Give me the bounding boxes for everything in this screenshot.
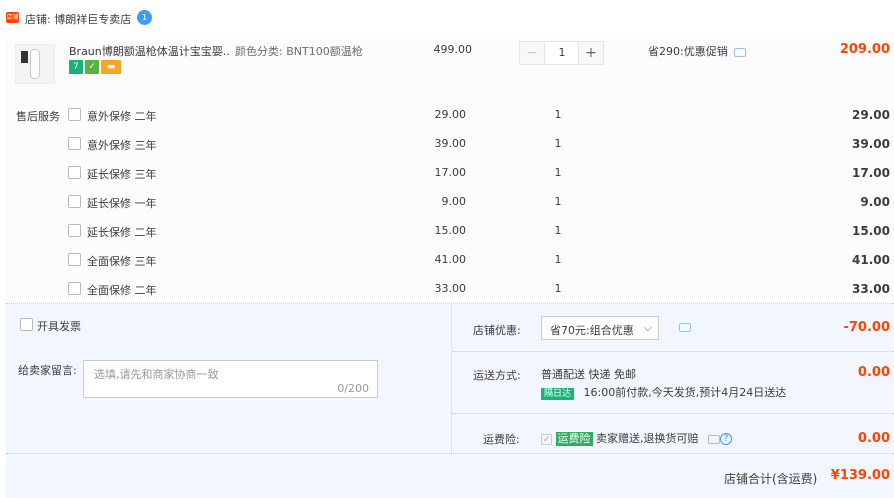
shipping-value: 0.00 bbox=[857, 365, 890, 380]
service-name: 全面保修 二年 bbox=[87, 284, 157, 297]
service-qty: 1 bbox=[554, 282, 562, 295]
service-row[interactable]: 意外保修 三年 39.00 1 39.00 bbox=[0, 137, 894, 166]
service-icons: 7 ✓ ▬ bbox=[69, 60, 123, 74]
service-qty: 1 bbox=[554, 195, 562, 208]
insurance-value: 0.00 bbox=[857, 431, 890, 446]
shipping-label: 运送方式: bbox=[473, 369, 521, 382]
coupon-select[interactable]: 省70元:组合优惠 ⌵ bbox=[541, 316, 659, 340]
unit-price: 499.00 bbox=[433, 43, 473, 56]
message-placeholder: 选填,请先和商家协商一致 bbox=[94, 368, 219, 381]
message-textarea[interactable]: 选填,请先和商家协商一致 0/200 bbox=[83, 360, 378, 398]
service-total: 17.00 bbox=[852, 166, 890, 180]
service-row[interactable]: 延长保修 三年 17.00 1 17.00 bbox=[0, 166, 894, 195]
shop-total-value: ¥139.00 bbox=[830, 468, 890, 483]
product-sku: 颜色分类: BNT100额温枪 bbox=[235, 45, 363, 58]
shipping-note-row: 隔日达 16:00前付款,今天发货,预计4月24日送达 bbox=[541, 384, 786, 400]
item-subtotal: 209.00 bbox=[839, 42, 890, 57]
chevron-down-icon: ⌵ bbox=[643, 321, 652, 334]
service-total: 15.00 bbox=[852, 224, 890, 238]
increase-button[interactable]: + bbox=[578, 42, 603, 64]
thermometer-image bbox=[30, 49, 40, 79]
wangwang-chat-icon[interactable]: 1 bbox=[137, 10, 152, 25]
coupon-label: 店铺优惠: bbox=[473, 324, 521, 337]
service-checkbox[interactable] bbox=[68, 282, 81, 295]
quantity-input[interactable]: 1 bbox=[546, 42, 578, 64]
service-qty: 1 bbox=[554, 166, 562, 179]
invoice-checkbox[interactable] bbox=[20, 318, 33, 331]
shop-header bbox=[0, 0, 894, 34]
message-label: 给卖家留言: bbox=[18, 364, 77, 377]
promotion-text: 省290:优惠促销 bbox=[648, 43, 746, 59]
service-total: 33.00 bbox=[852, 282, 890, 296]
service-checkbox[interactable] bbox=[68, 253, 81, 266]
service-price: 33.00 bbox=[434, 282, 467, 295]
insurance-chat-icon[interactable] bbox=[708, 434, 720, 444]
service-qty: 1 bbox=[554, 224, 562, 237]
next-day-tag: 隔日达 bbox=[541, 388, 575, 400]
service-name: 延长保修 一年 bbox=[87, 197, 157, 210]
service-checkbox[interactable] bbox=[68, 224, 81, 237]
shipping-note: 16:00前付款,今天发货,预计4月24日送达 bbox=[583, 386, 787, 399]
service-price: 9.00 bbox=[441, 195, 467, 208]
service-total: 41.00 bbox=[852, 253, 890, 267]
coupon-info-icon[interactable] bbox=[679, 323, 691, 332]
service-qty: 1 bbox=[554, 253, 562, 266]
service-checkbox[interactable] bbox=[68, 195, 81, 208]
insurance-row: ✓ 运费险 卖家赠送,退换货可赔 ? bbox=[541, 430, 732, 446]
service-row[interactable]: 延长保修 一年 9.00 1 9.00 bbox=[0, 195, 894, 224]
promo-info-icon[interactable] bbox=[733, 47, 746, 57]
card-payment-icon: ▬ bbox=[101, 60, 121, 74]
help-icon[interactable]: ? bbox=[720, 433, 732, 445]
service-row[interactable]: 意外保修 二年 29.00 1 29.00 bbox=[0, 108, 894, 137]
service-name: 延长保修 三年 bbox=[87, 168, 157, 181]
product-thumbnail[interactable] bbox=[15, 44, 55, 84]
service-checkbox[interactable] bbox=[68, 166, 81, 179]
insurance-checkbox: ✓ bbox=[541, 433, 552, 445]
quantity-stepper[interactable]: − 1 + bbox=[519, 41, 604, 65]
divider bbox=[452, 351, 894, 352]
insurance-note: 卖家赠送,退换货可赔 bbox=[596, 432, 699, 445]
service-price: 17.00 bbox=[434, 166, 467, 179]
service-qty: 1 bbox=[554, 137, 562, 150]
service-name: 意外保修 三年 bbox=[87, 139, 157, 152]
divider bbox=[452, 413, 894, 414]
service-price: 41.00 bbox=[434, 253, 467, 266]
product-title[interactable]: Braun博朗额温枪体温计宝宝婴... bbox=[69, 43, 231, 59]
service-row[interactable]: 全面保修 三年 41.00 1 41.00 bbox=[0, 253, 894, 282]
insurance-tag: 运费险 bbox=[555, 432, 593, 446]
service-price: 29.00 bbox=[434, 108, 467, 121]
service-checkbox[interactable] bbox=[68, 108, 81, 121]
insurance-label: 运费险: bbox=[483, 433, 520, 446]
shop-icon: 店铺 bbox=[6, 12, 19, 23]
service-total: 39.00 bbox=[852, 137, 890, 151]
service-name: 意外保修 二年 bbox=[87, 110, 157, 123]
service-checkbox[interactable] bbox=[68, 137, 81, 150]
coupon-selected: 省70元:组合优惠 bbox=[550, 324, 634, 337]
shipping-method: 普通配送 快递 免邮 bbox=[541, 368, 636, 381]
seven-day-return-icon: 7 bbox=[69, 60, 83, 74]
service-name: 全面保修 三年 bbox=[87, 255, 157, 268]
service-price: 39.00 bbox=[434, 137, 467, 150]
service-row[interactable]: 延长保修 二年 15.00 1 15.00 bbox=[0, 224, 894, 253]
coupon-value: -70.00 bbox=[843, 320, 890, 335]
service-total: 29.00 bbox=[852, 108, 890, 122]
promotion-label: 省290:优惠促销 bbox=[648, 45, 728, 58]
invoice-label[interactable]: 开具发票 bbox=[37, 318, 81, 334]
shop-name[interactable]: 店铺: 博朗祥巨专卖店 bbox=[25, 11, 131, 27]
service-total: 9.00 bbox=[860, 195, 890, 209]
service-price: 15.00 bbox=[434, 224, 467, 237]
guarantee-icon: ✓ bbox=[85, 60, 99, 74]
message-counter: 0/200 bbox=[337, 382, 369, 395]
thermometer-box-image bbox=[21, 51, 28, 63]
service-name: 延长保修 二年 bbox=[87, 226, 157, 239]
decrease-button[interactable]: − bbox=[520, 42, 545, 64]
service-qty: 1 bbox=[554, 108, 562, 121]
